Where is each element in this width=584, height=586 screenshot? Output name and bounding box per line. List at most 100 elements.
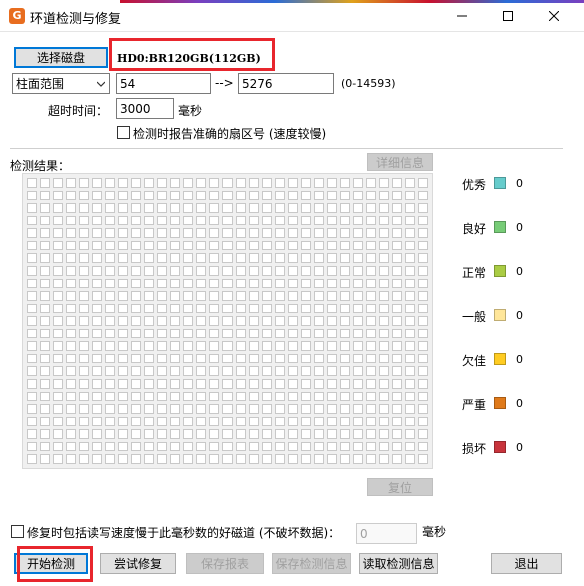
grid-cell	[196, 228, 207, 238]
grid-cell	[157, 404, 168, 414]
grid-cell	[131, 441, 142, 452]
grid-cell	[300, 253, 311, 263]
grid-cell	[105, 291, 116, 301]
grid-cell	[417, 391, 428, 402]
grid-cell	[365, 253, 376, 263]
grid-cell	[235, 316, 246, 326]
grid-cell	[27, 291, 38, 301]
grid-cell	[27, 404, 38, 414]
grid-cell	[235, 404, 246, 414]
grid-cell	[170, 391, 181, 402]
grid-cell	[365, 178, 376, 188]
grid-cell	[27, 215, 38, 226]
close-icon	[549, 11, 559, 21]
grid-cell	[196, 429, 207, 439]
close-button[interactable]	[531, 0, 577, 32]
grid-cell	[235, 203, 246, 213]
grid-cell	[235, 278, 246, 289]
grid-cell	[313, 178, 324, 188]
grid-cell	[378, 404, 389, 414]
grid-cell	[53, 265, 64, 276]
grid-cell	[391, 278, 402, 289]
select-disk-button[interactable]: 选择磁盘	[14, 47, 108, 68]
grid-cell	[261, 316, 272, 326]
range-end-input[interactable]: 5276	[238, 73, 334, 94]
grid-cell	[92, 404, 103, 414]
grid-cell	[157, 429, 168, 439]
range-mode-select[interactable]: 柱面范围	[12, 73, 110, 94]
minimize-button[interactable]	[439, 0, 485, 32]
report-sector-checkbox[interactable]	[117, 126, 130, 139]
grid-cell	[352, 316, 363, 326]
grid-cell	[105, 303, 116, 314]
grid-cell	[222, 178, 233, 188]
grid-cell	[131, 253, 142, 263]
grid-cell	[105, 316, 116, 326]
timeout-input[interactable]: 3000	[116, 98, 174, 119]
grid-cell	[157, 240, 168, 251]
save-info-button[interactable]: 保存检测信息	[272, 553, 351, 574]
grid-cell	[157, 454, 168, 464]
range-start-input[interactable]: 54	[116, 73, 211, 94]
grid-cell	[27, 203, 38, 213]
grid-cell	[118, 391, 129, 402]
reset-button[interactable]: 复位	[367, 478, 433, 496]
grid-cell	[391, 366, 402, 377]
app-icon: G	[9, 8, 25, 24]
grid-cell	[157, 265, 168, 276]
grid-cell	[261, 429, 272, 439]
grid-cell	[339, 379, 350, 389]
grid-cell	[352, 215, 363, 226]
grid-cell	[248, 379, 259, 389]
grid-cell	[144, 353, 155, 364]
grid-cell	[40, 190, 51, 201]
grid-cell	[118, 228, 129, 238]
grid-cell	[313, 228, 324, 238]
grid-cell	[157, 253, 168, 263]
grid-cell	[157, 215, 168, 226]
grid-cell	[248, 253, 259, 263]
grid-cell	[131, 366, 142, 377]
repair-slow-checkbox[interactable]	[11, 525, 24, 538]
grid-cell	[144, 366, 155, 377]
grid-cell	[131, 240, 142, 251]
load-info-button[interactable]: 读取检测信息	[359, 553, 438, 574]
grid-cell	[248, 203, 259, 213]
detail-button[interactable]: 详细信息	[367, 153, 433, 171]
grid-cell	[92, 328, 103, 339]
grid-cell	[274, 454, 285, 464]
save-report-button[interactable]: 保存报表	[186, 553, 264, 574]
grid-cell	[209, 454, 220, 464]
grid-cell	[53, 404, 64, 414]
exit-button[interactable]: 退出	[491, 553, 562, 574]
grid-cell	[287, 316, 298, 326]
grid-cell	[66, 379, 77, 389]
grid-cell	[196, 328, 207, 339]
grid-cell	[235, 341, 246, 351]
grid-cell	[66, 303, 77, 314]
maximize-button[interactable]	[485, 0, 531, 32]
grid-cell	[144, 429, 155, 439]
grid-cell	[339, 404, 350, 414]
grid-cell	[417, 379, 428, 389]
try-repair-button[interactable]: 尝试修复	[100, 553, 176, 574]
grid-cell	[300, 404, 311, 414]
grid-cell	[339, 203, 350, 213]
grid-cell	[40, 353, 51, 364]
grid-cell	[53, 203, 64, 213]
grid-cell	[339, 278, 350, 289]
grid-cell	[339, 341, 350, 351]
grid-cell	[157, 328, 168, 339]
grid-cell	[365, 240, 376, 251]
grid-cell	[118, 353, 129, 364]
grid-cell	[118, 328, 129, 339]
grid-cell	[27, 341, 38, 351]
grid-cell	[79, 316, 90, 326]
grid-cell	[391, 429, 402, 439]
grid-cell	[40, 203, 51, 213]
grid-cell	[209, 265, 220, 276]
grid-cell	[404, 454, 415, 464]
grid-cell	[365, 190, 376, 201]
grid-cell	[157, 203, 168, 213]
repair-threshold-input[interactable]: 0	[356, 523, 417, 544]
